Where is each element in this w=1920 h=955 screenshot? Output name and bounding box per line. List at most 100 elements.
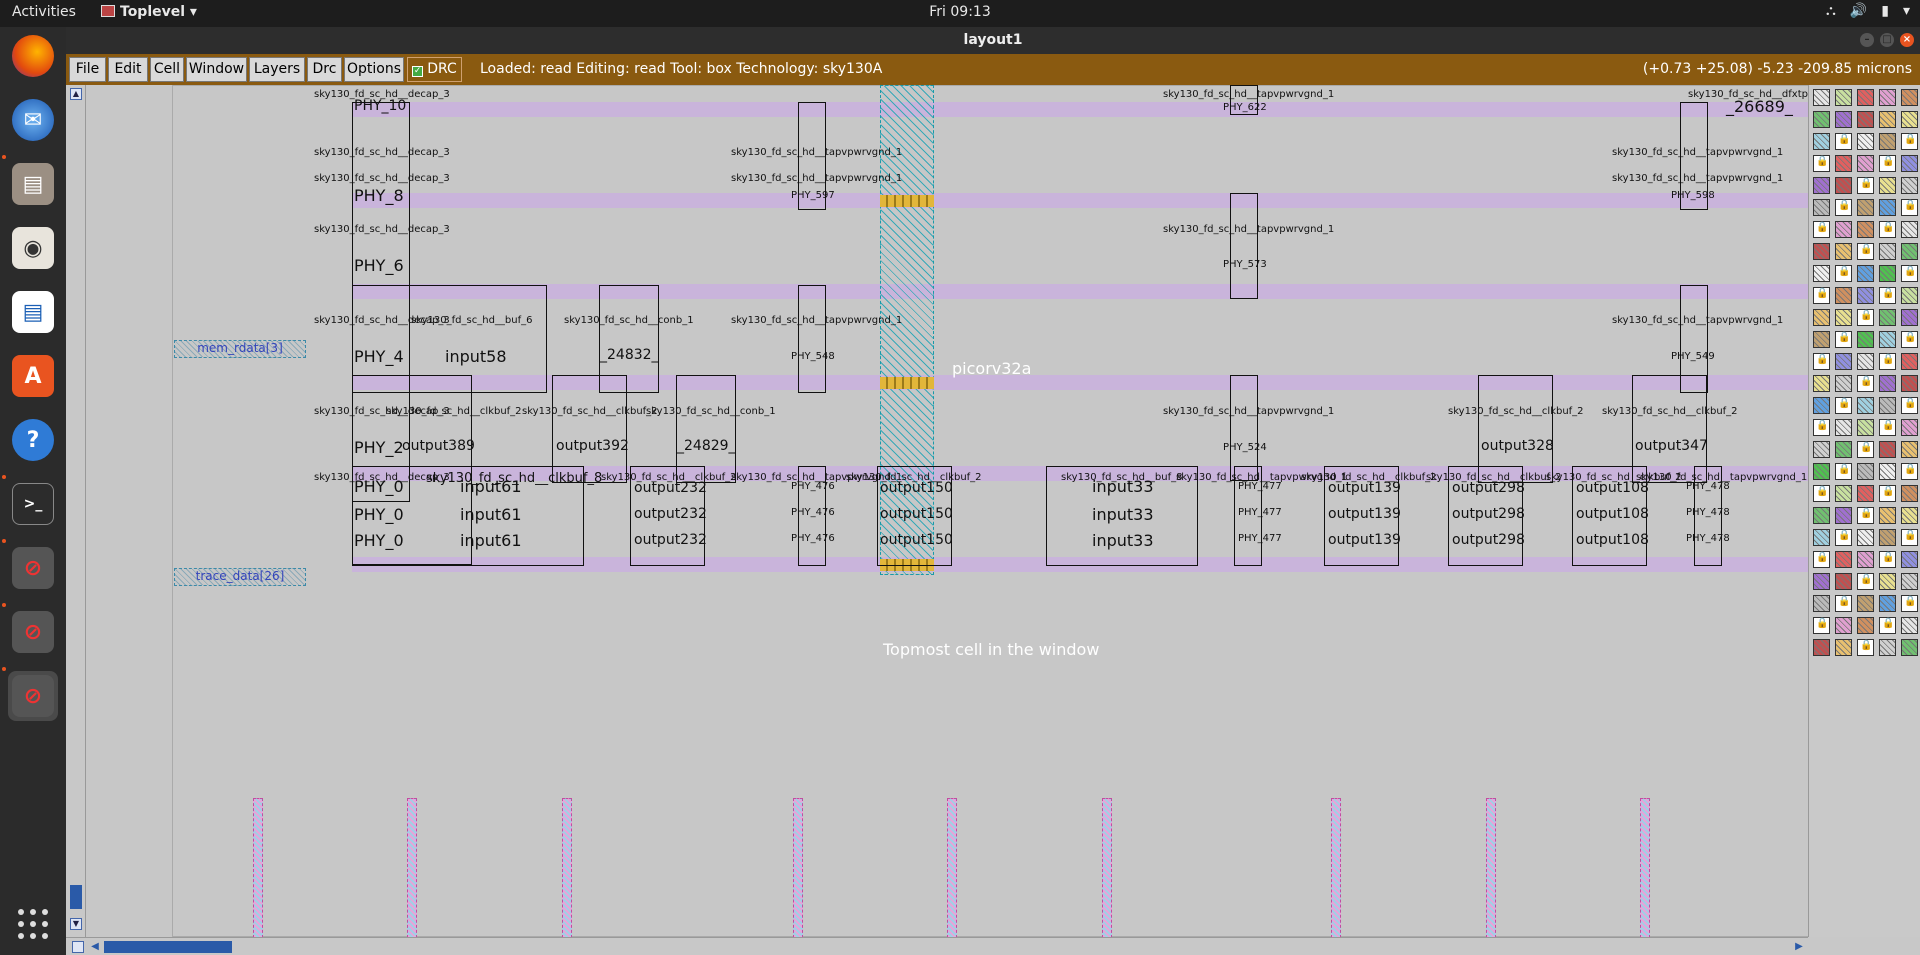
locked-layer-swatch[interactable] [1857,375,1874,392]
layer-swatch[interactable] [1857,331,1874,348]
dock-software[interactable]: A [8,351,58,401]
locked-layer-swatch[interactable] [1835,595,1852,612]
layer-swatch[interactable] [1901,155,1918,172]
layer-swatch[interactable] [1879,199,1896,216]
locked-layer-swatch[interactable] [1901,133,1918,150]
volume-icon[interactable]: 🔊 [1850,3,1867,19]
locked-layer-swatch[interactable] [1813,287,1830,304]
layer-swatch[interactable] [1835,353,1852,370]
locked-layer-swatch[interactable] [1857,177,1874,194]
layer-swatch[interactable] [1835,485,1852,502]
locked-layer-swatch[interactable] [1901,331,1918,348]
dock-writer[interactable]: ▤ [8,287,58,337]
layer-swatch[interactable] [1879,375,1896,392]
locked-layer-swatch[interactable] [1835,265,1852,282]
layer-swatch[interactable] [1835,419,1852,436]
layer-swatch[interactable] [1879,639,1896,656]
layer-swatch[interactable] [1835,243,1852,260]
dock-thunderbird[interactable]: ✉ [8,95,58,145]
locked-layer-swatch[interactable] [1901,529,1918,546]
locked-layer-swatch[interactable] [1901,595,1918,612]
battery-icon[interactable]: ▮ [1881,3,1889,19]
locked-layer-swatch[interactable] [1879,287,1896,304]
pin-trace-data[interactable]: trace_data[26] [174,568,306,586]
layer-swatch[interactable] [1813,463,1830,480]
io-pin-column[interactable] [1486,798,1496,937]
layer-swatch[interactable] [1879,595,1896,612]
layer-swatch[interactable] [1813,199,1830,216]
layer-swatch[interactable] [1901,221,1918,238]
io-pin-column[interactable] [793,798,803,937]
dock-app-3[interactable]: ⊘ [8,671,58,721]
locked-layer-swatch[interactable] [1901,397,1918,414]
layer-swatch[interactable] [1835,573,1852,590]
locked-layer-swatch[interactable] [1857,243,1874,260]
activities-button[interactable]: Activities [12,4,76,20]
layer-swatch[interactable] [1835,155,1852,172]
layer-swatch[interactable] [1857,199,1874,216]
layer-swatch[interactable] [1813,529,1830,546]
locked-layer-swatch[interactable] [1901,199,1918,216]
file-menu[interactable]: File [69,57,106,82]
layer-swatch[interactable] [1857,529,1874,546]
layers-menu[interactable]: Layers [249,57,305,82]
options-menu[interactable]: Options [344,57,404,82]
app-menu[interactable]: Toplevel ▾ [101,4,197,20]
layer-swatch[interactable] [1813,375,1830,392]
layer-swatch[interactable] [1813,243,1830,260]
layer-swatch[interactable] [1857,617,1874,634]
dock-terminal[interactable]: >_ [8,479,58,529]
locked-layer-swatch[interactable] [1835,133,1852,150]
layer-swatch[interactable] [1901,353,1918,370]
layer-swatch[interactable] [1835,617,1852,634]
locked-layer-swatch[interactable] [1879,617,1896,634]
layer-swatch[interactable] [1857,353,1874,370]
layer-swatch[interactable] [1879,111,1896,128]
layer-swatch[interactable] [1857,133,1874,150]
io-pin-column[interactable] [253,798,263,937]
layer-swatch[interactable] [1901,89,1918,106]
horizontal-scroll-thumb[interactable] [104,941,232,953]
layer-swatch[interactable] [1879,133,1896,150]
scroll-left-arrow-icon[interactable]: ◀ [88,941,102,953]
minimize-button[interactable]: – [1860,33,1874,47]
io-pin-column[interactable] [562,798,572,937]
cell-instance[interactable] [798,285,826,393]
layer-swatch[interactable] [1813,595,1830,612]
layer-swatch[interactable] [1813,111,1830,128]
show-applications-button[interactable] [8,899,58,949]
layer-swatch[interactable] [1901,287,1918,304]
locked-layer-swatch[interactable] [1901,265,1918,282]
cell-menu[interactable]: Cell [150,57,184,82]
locked-layer-swatch[interactable] [1879,353,1896,370]
layer-swatch[interactable] [1901,551,1918,568]
layer-swatch[interactable] [1901,617,1918,634]
locked-layer-swatch[interactable] [1813,485,1830,502]
scroll-up-arrow-icon[interactable]: ▲ [70,88,82,100]
layer-swatch[interactable] [1879,331,1896,348]
layer-swatch[interactable] [1901,639,1918,656]
locked-layer-swatch[interactable] [1813,551,1830,568]
locked-layer-swatch[interactable] [1879,551,1896,568]
layer-swatch[interactable] [1835,287,1852,304]
chevron-down-icon[interactable]: ▾ [1903,3,1910,19]
layer-swatch[interactable] [1879,397,1896,414]
layer-swatch[interactable] [1879,89,1896,106]
layer-swatch[interactable] [1835,111,1852,128]
layer-swatch[interactable] [1901,573,1918,590]
layer-swatch[interactable] [1857,111,1874,128]
dock-firefox[interactable] [8,31,58,81]
layer-swatch[interactable] [1879,573,1896,590]
pin-mem-rdata[interactable]: mem_rdata[3] [174,340,306,358]
layer-swatch[interactable] [1813,133,1830,150]
io-pin-column[interactable] [947,798,957,937]
layer-swatch[interactable] [1901,507,1918,524]
layer-swatch[interactable] [1835,309,1852,326]
drc-menu[interactable]: Drc [307,57,342,82]
layer-swatch[interactable] [1813,397,1830,414]
layer-swatch[interactable] [1879,177,1896,194]
io-pin-column[interactable] [1640,798,1650,937]
layer-swatch[interactable] [1835,507,1852,524]
layer-swatch[interactable] [1857,221,1874,238]
locked-layer-swatch[interactable] [1857,309,1874,326]
